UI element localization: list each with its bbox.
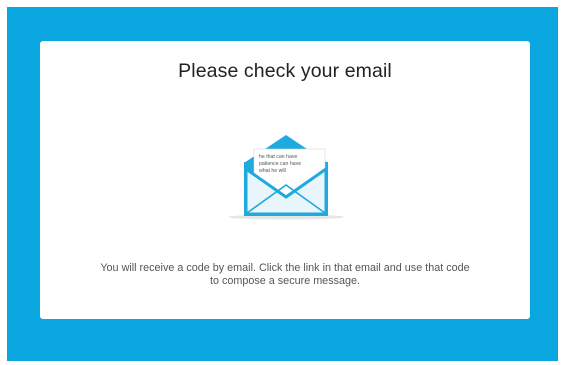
notice-card: Please check your email he that can have… — [40, 41, 530, 319]
instructions-line-2: to compose a secure message. — [209, 275, 361, 287]
page-background: Please check your email he that can have… — [7, 7, 558, 361]
open-envelope-icon: he that can have patience can have what … — [228, 135, 344, 220]
instructions-text: You will receive a code by email. Click … — [54, 262, 516, 288]
page-title: Please check your email — [178, 60, 392, 82]
letter-line-1: he that can have — [259, 154, 297, 160]
instructions-line-1: You will receive a code by email. Click … — [100, 262, 470, 274]
letter-line-2: patience can have — [259, 161, 301, 167]
letter-line-3: what he will — [259, 168, 286, 174]
